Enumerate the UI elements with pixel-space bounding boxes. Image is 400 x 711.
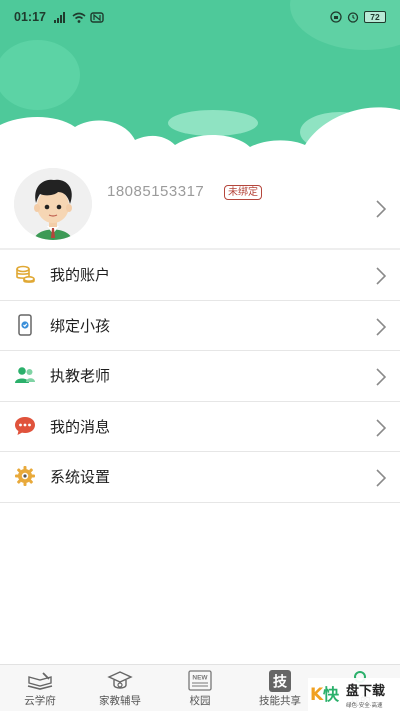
chevron-right-icon (376, 267, 386, 285)
battery-indicator: 72 (364, 11, 386, 23)
news-icon-text: NEW (192, 674, 208, 681)
tab-label: 技能共享 (259, 695, 301, 707)
watermark-logo: K 快 盘下载 绿色·安全·高速 (310, 683, 385, 709)
svg-text:K: K (310, 685, 324, 705)
menu-item-label: 我的消息 (50, 417, 111, 436)
grad-cap-icon (107, 669, 133, 692)
book-icon (26, 669, 54, 692)
wifi-icon (72, 12, 86, 23)
svg-text:快: 快 (323, 685, 340, 704)
watermark-tagline: 绿色·安全·高速 (346, 701, 383, 709)
menu-list: 我的账户 绑定小孩 执教老师 我的消息 系统设置 (0, 250, 400, 503)
status-bar: 01:17 72 (0, 0, 400, 34)
phone-link-icon (14, 313, 36, 336)
avatar[interactable] (14, 168, 92, 240)
message-icon (14, 415, 36, 437)
avatar-boy-icon (14, 168, 92, 240)
tab-label: 家教辅导 (99, 695, 141, 707)
status-time: 01:17 (14, 10, 46, 24)
tab-tutoring[interactable]: 家教辅导 (80, 665, 160, 711)
watermark: K 快 盘下载 绿色·安全·高速 (308, 678, 400, 711)
watermark-brand: 盘下载 (346, 683, 385, 699)
phone-number: 18085153317 (107, 183, 205, 200)
menu-item-label: 系统设置 (50, 468, 111, 487)
lock-rotation-icon (330, 11, 342, 23)
menu-item-settings[interactable]: 系统设置 (0, 452, 400, 503)
tab-label: 校园 (189, 695, 211, 707)
menu-item-teachers[interactable]: 执教老师 (0, 351, 400, 402)
chevron-right-icon (376, 418, 386, 437)
menu-item-label: 绑定小孩 (50, 316, 111, 335)
signal-icon (53, 11, 65, 23)
teachers-icon (14, 364, 36, 386)
tab-campus[interactable]: NEW 校园 (160, 665, 240, 711)
skill-icon: 技 (267, 669, 293, 692)
menu-item-account[interactable]: 我的账户 (0, 250, 400, 301)
chevron-right-icon (376, 469, 386, 487)
coins-icon (14, 263, 36, 285)
menu-item-label: 我的账户 (50, 266, 111, 285)
tab-label: 云学府 (24, 695, 56, 707)
profile-row[interactable]: 18085153317 未绑定 (0, 160, 400, 250)
chevron-right-icon (376, 368, 386, 386)
nfc-icon (90, 11, 104, 23)
chevron-right-icon[interactable] (376, 200, 386, 218)
bind-status-badge: 未绑定 (224, 185, 262, 200)
skill-icon-text: 技 (273, 673, 288, 690)
menu-item-label: 执教老师 (50, 367, 111, 386)
menu-item-messages[interactable]: 我的消息 (0, 402, 400, 452)
news-icon: NEW (187, 669, 213, 692)
gear-icon (14, 465, 36, 487)
tab-yunxuefu[interactable]: 云学府 (0, 665, 80, 711)
chevron-right-icon (376, 317, 386, 336)
alarm-icon (347, 12, 359, 23)
menu-item-bind-child[interactable]: 绑定小孩 (0, 301, 400, 351)
